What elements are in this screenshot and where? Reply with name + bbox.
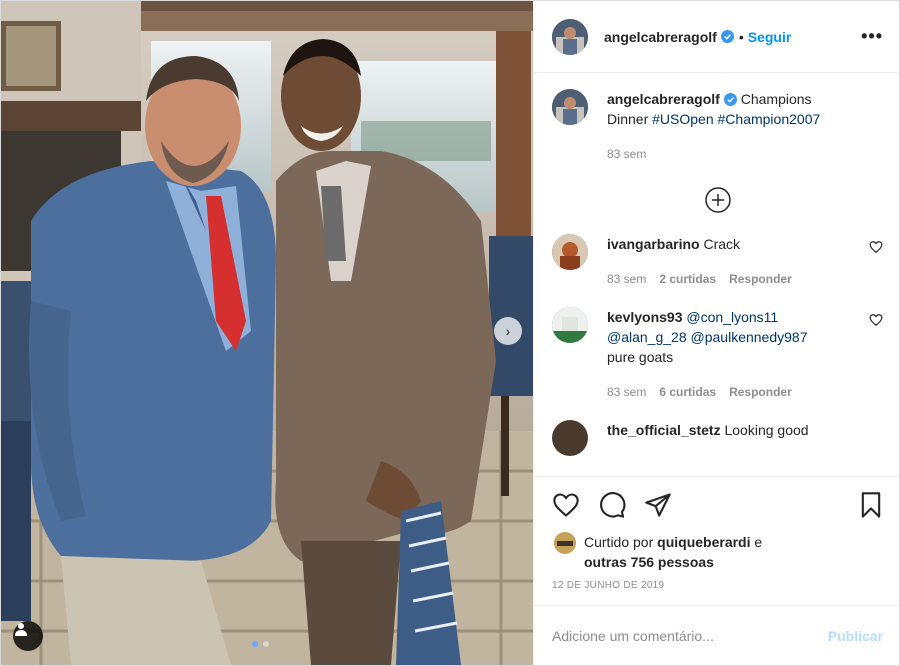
comment-item: kevlyons93 @con_lyons11 @alan_g_28 @paul…	[552, 307, 883, 402]
liked-by-avatar[interactable]	[554, 532, 576, 554]
carousel-dot	[252, 641, 258, 647]
photo-illustration	[1, 1, 533, 665]
mention-link[interactable]: @alan_g_28	[607, 329, 687, 345]
avatar[interactable]	[552, 234, 588, 270]
post-header: angelcabreragolf • Seguir •••	[534, 1, 899, 73]
avatar[interactable]	[552, 89, 588, 125]
caption-meta: 83 sem	[607, 144, 883, 164]
heart-icon[interactable]	[869, 240, 883, 254]
header-username[interactable]: angelcabreragolf	[604, 29, 717, 45]
avatar-image	[552, 89, 588, 125]
comment-text: pure goats	[607, 349, 674, 365]
avatar-image	[552, 18, 588, 55]
post-date: 12 DE JUNHO DE 2019	[552, 580, 665, 591]
carousel-dots	[252, 641, 269, 647]
liked-by: Curtido por quiqueberardi e outras 756 p…	[534, 532, 899, 572]
action-bar	[534, 476, 899, 532]
caption-text: Champions	[740, 91, 812, 107]
plus-circle-icon[interactable]	[704, 186, 732, 214]
mention-link[interactable]: @con_lyons11	[686, 309, 778, 325]
post-dialog: › angelcabreragolf • Seguir ••• angelcab…	[0, 0, 900, 666]
comment-text: Crack	[703, 236, 741, 252]
avatar-image	[552, 234, 588, 270]
mention-link[interactable]: @paulkennedy987	[691, 329, 808, 345]
timestamp: 83 sem	[607, 147, 647, 161]
comment-meta: 83 sem 6 curtidas Responder	[607, 382, 863, 402]
likes-count[interactable]: 2 curtidas	[659, 269, 716, 289]
reply-button[interactable]: Responder	[729, 382, 792, 402]
timestamp: 83 sem	[607, 272, 647, 286]
user-tag-icon	[15, 623, 27, 636]
comment-meta: 83 sem 2 curtidas Responder	[607, 269, 863, 289]
verified-badge-icon	[723, 93, 737, 106]
liked-by-prefix: Curtido por	[584, 534, 654, 550]
post-side-panel: angelcabreragolf • Seguir ••• angelcabre…	[533, 1, 899, 665]
liked-by-mid: e	[754, 534, 763, 550]
carousel-dot	[263, 641, 269, 647]
follow-button[interactable]: Seguir	[748, 29, 792, 45]
comment-composer: Publicar	[534, 605, 899, 665]
comments-list[interactable]: angelcabreragolf Champions Dinner #USOpe…	[534, 73, 899, 476]
user-tag-button[interactable]	[13, 621, 43, 651]
more-options-button[interactable]: •••	[861, 26, 883, 47]
avatar-image	[552, 307, 588, 343]
liked-by-user[interactable]: quiqueberardi	[657, 534, 750, 550]
comment-username[interactable]: the_official_stetz	[607, 422, 721, 438]
bookmark-icon[interactable]	[857, 491, 885, 519]
hashtag-link[interactable]: #USOpen	[652, 111, 713, 127]
verified-badge-icon	[720, 30, 734, 43]
comment-input[interactable]	[552, 627, 828, 644]
publish-button[interactable]: Publicar	[828, 628, 883, 644]
avatar[interactable]	[552, 420, 588, 456]
caption-username[interactable]: angelcabreragolf	[607, 91, 720, 107]
comment-item: the_official_stetz Looking good	[552, 420, 883, 456]
avatar[interactable]	[552, 307, 588, 343]
next-photo-button[interactable]: ›	[494, 317, 522, 345]
caption-text-line2: Dinner	[607, 111, 649, 127]
reply-button[interactable]: Responder	[729, 269, 792, 289]
chevron-right-icon: ›	[505, 323, 511, 339]
comment-icon[interactable]	[598, 491, 626, 519]
comment-username[interactable]: ivangarbarino	[607, 236, 700, 252]
hashtag-link[interactable]: #Champion2007	[718, 111, 821, 127]
caption: angelcabreragolf Champions Dinner #USOpe…	[552, 89, 883, 164]
share-icon[interactable]	[644, 491, 672, 519]
liked-by-others[interactable]: outras 756 pessoas	[584, 554, 714, 570]
post-photo[interactable]: ›	[1, 1, 533, 665]
heart-icon[interactable]	[552, 491, 580, 519]
comment-text: Looking good	[724, 422, 809, 438]
likes-count[interactable]: 6 curtidas	[659, 382, 716, 402]
avatar[interactable]	[552, 18, 588, 55]
comment-item: ivangarbarino Crack 83 sem 2 curtidas Re…	[552, 234, 883, 289]
heart-icon[interactable]	[869, 313, 883, 327]
timestamp: 83 sem	[607, 385, 647, 399]
comment-username[interactable]: kevlyons93	[607, 309, 683, 325]
